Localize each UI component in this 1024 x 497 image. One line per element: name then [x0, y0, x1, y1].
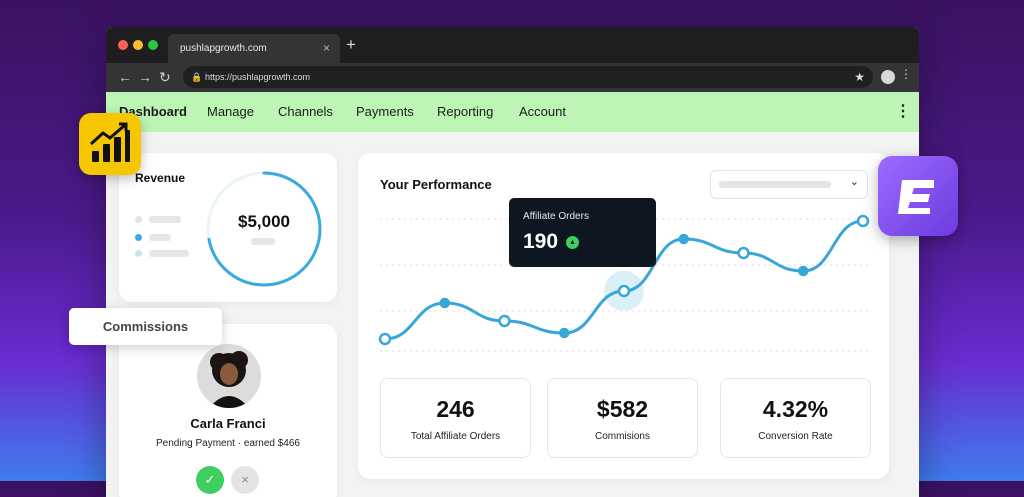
- tab-title: pushlapgrowth.com: [180, 43, 267, 54]
- reject-button[interactable]: ×: [231, 466, 259, 494]
- legend-dot: [135, 234, 142, 241]
- chart-point[interactable]: [678, 233, 689, 245]
- lock-icon: 🔒: [191, 72, 203, 82]
- tooltip-value: 190: [523, 230, 559, 253]
- nav-item-manage[interactable]: Manage: [207, 92, 254, 132]
- profile-avatar[interactable]: [881, 70, 895, 84]
- nav-item-account[interactable]: Account: [519, 92, 566, 132]
- stat-label: Total Affiliate Orders: [410, 431, 501, 442]
- revenue-ring: $5,000: [205, 170, 323, 288]
- approve-button[interactable]: ✓: [196, 466, 224, 494]
- bar-chart-icon: [89, 122, 130, 162]
- affiliate-status: Pending Payment · earned $466: [156, 438, 300, 449]
- new-tab-button[interactable]: +: [346, 35, 356, 55]
- stat-card-conversion-rate: 4.32% Conversion Rate: [720, 378, 871, 458]
- app-menu-icon[interactable]: ⋮: [895, 92, 911, 132]
- close-tab-icon[interactable]: ×: [323, 34, 330, 63]
- back-icon[interactable]: ←: [118, 68, 132, 86]
- chart-point[interactable]: [737, 246, 750, 260]
- avatar: [197, 344, 261, 408]
- trend-up-icon: ▲: [566, 236, 579, 249]
- affiliate-orders-tooltip: Affiliate Orders 190 ▲: [509, 198, 656, 267]
- stat-card-commissions: $582 Commisions: [547, 378, 698, 458]
- avatar-graphic: [197, 344, 261, 408]
- chart-point[interactable]: [378, 332, 392, 346]
- affiliate-name: Carla Franci: [190, 416, 266, 431]
- nav-item-payments[interactable]: Payments: [356, 92, 414, 132]
- tooltip-label: Affiliate Orders: [523, 211, 589, 222]
- minimize-window-button[interactable]: [133, 40, 143, 50]
- legend-placeholder: [149, 250, 189, 257]
- nav-item-channels[interactable]: Channels: [278, 92, 333, 132]
- chart-point[interactable]: [498, 314, 511, 328]
- stat-value: $582: [596, 396, 649, 422]
- revenue-card: Revenue $5,000: [119, 153, 337, 302]
- browser-window: pushlapgrowth.com × + ← → ↻ 🔒 https://pu…: [106, 27, 919, 497]
- nav-item-reporting[interactable]: Reporting: [437, 92, 493, 132]
- affiliate-card: Carla Franci Pending Payment · earned $4…: [119, 324, 337, 497]
- browser-tab[interactable]: pushlapgrowth.com ×: [168, 34, 340, 63]
- revenue-value: $5,000: [238, 212, 290, 231]
- performance-card: Your Performance ⌄ Affiliate Orders 190 …: [358, 153, 889, 479]
- stat-label: Conversion Rate: [758, 431, 833, 442]
- forward-icon[interactable]: →: [138, 68, 152, 86]
- app-nav-bar: Dashboard Manage Channels Payments Repor…: [106, 92, 919, 132]
- commissions-chip[interactable]: Commissions: [69, 308, 222, 345]
- browser-tabbar: pushlapgrowth.com × +: [106, 27, 919, 63]
- legend-dot: [135, 250, 142, 257]
- legend-dot: [135, 216, 142, 223]
- stat-card-total-orders: 246 Total Affiliate Orders: [380, 378, 531, 458]
- url-text[interactable]: https://pushlapgrowth.com: [205, 66, 310, 88]
- legend-placeholder: [149, 216, 181, 223]
- bookmark-star-icon[interactable]: ★: [854, 66, 865, 88]
- chart-point[interactable]: [798, 265, 809, 277]
- stat-value: 246: [436, 396, 475, 422]
- legend-placeholder: [149, 234, 171, 241]
- revenue-subtext-placeholder: [251, 238, 275, 245]
- stat-label: Commisions: [594, 431, 650, 442]
- reload-icon[interactable]: ↻: [159, 68, 171, 86]
- stat-value: 4.32%: [762, 396, 829, 422]
- chart-point[interactable]: [559, 327, 570, 339]
- brand-logo-badge: [878, 156, 958, 236]
- browser-toolbar: ← → ↻ 🔒 https://pushlapgrowth.com ★ ⋮: [106, 63, 919, 92]
- address-bar[interactable]: 🔒 https://pushlapgrowth.com ★: [183, 66, 873, 88]
- growth-chart-badge: [79, 113, 141, 175]
- browser-menu-icon[interactable]: ⋮: [900, 67, 912, 81]
- brand-logo-icon: [898, 180, 934, 214]
- chart-point[interactable]: [856, 214, 870, 228]
- maximize-window-button[interactable]: [148, 40, 158, 50]
- chart-point[interactable]: [617, 284, 631, 298]
- close-window-button[interactable]: [118, 40, 128, 50]
- chart-point[interactable]: [439, 297, 450, 309]
- revenue-title: Revenue: [135, 171, 186, 185]
